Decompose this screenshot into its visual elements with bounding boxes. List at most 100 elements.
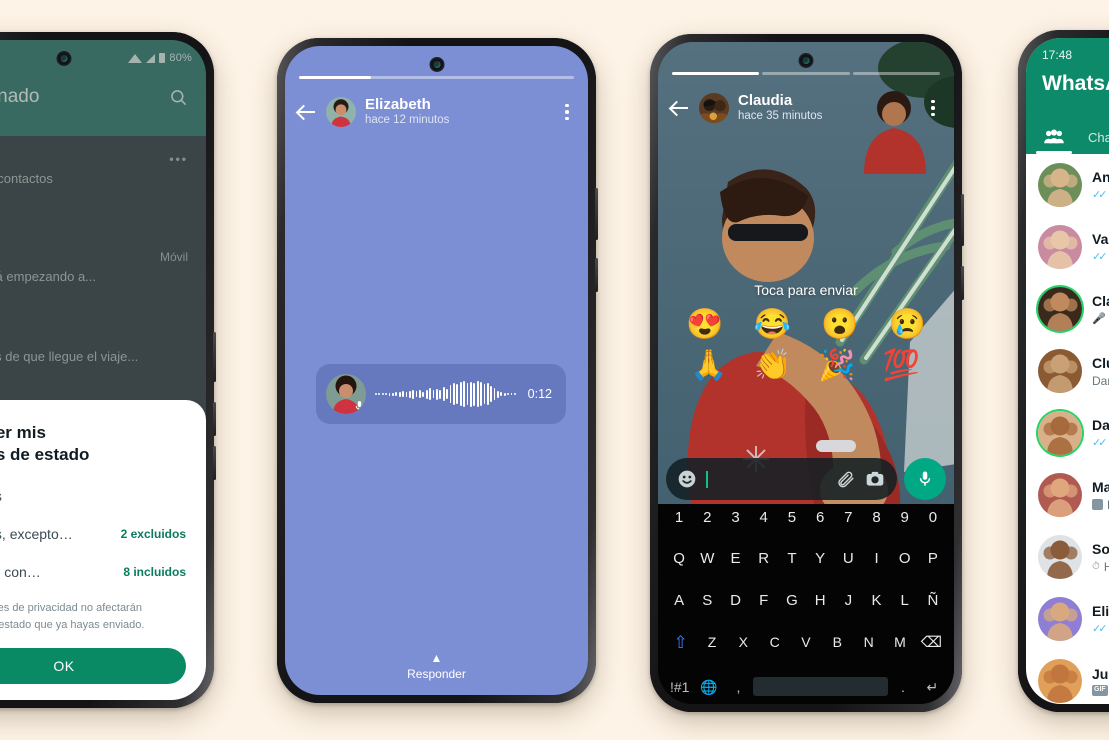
keyboard-row-qwerty: QWERTYUIOP [662, 551, 950, 566]
key-Z[interactable]: Z [696, 635, 727, 649]
waveform-bar [497, 390, 499, 398]
avatar[interactable] [1038, 659, 1082, 703]
privacy-option-0[interactable]: contactos [0, 488, 186, 504]
period-key[interactable]: . [888, 680, 917, 694]
key-2[interactable]: 2 [693, 510, 721, 525]
avatar[interactable] [326, 97, 356, 127]
avatar[interactable] [1038, 225, 1082, 269]
space-key[interactable] [753, 677, 889, 696]
key-T[interactable]: T [778, 551, 806, 566]
emoji-open-mouth[interactable]: 😮 [821, 308, 858, 343]
ok-button[interactable]: OK [0, 648, 186, 684]
key-H[interactable]: H [806, 593, 834, 608]
key-R[interactable]: R [750, 551, 778, 566]
key-K[interactable]: K [862, 593, 890, 608]
chat-preview: ✓✓ [1092, 436, 1109, 449]
image-icon [1092, 499, 1103, 510]
back-arrow-icon[interactable] [297, 102, 317, 122]
chat-list-item[interactable]: Elis ✓✓ [1026, 588, 1109, 650]
key-A[interactable]: A [665, 593, 693, 608]
key-N[interactable]: N [853, 635, 884, 649]
key-U[interactable]: U [834, 551, 862, 566]
reply-affordance[interactable]: ▲ Responder [285, 652, 588, 681]
comma-key[interactable]: , [724, 680, 753, 694]
key-1[interactable]: 1 [665, 510, 693, 525]
key-4[interactable]: 4 [750, 510, 778, 525]
backspace-icon[interactable]: ⌫ [916, 635, 947, 650]
avatar[interactable] [1038, 535, 1082, 579]
chat-list-item[interactable]: Va ✓✓ [1026, 216, 1109, 278]
emoji-heart-eyes[interactable]: 😍 [686, 308, 723, 343]
enter-icon[interactable]: ↵ [918, 680, 947, 694]
key-7[interactable]: 7 [834, 510, 862, 525]
key-P[interactable]: P [919, 551, 947, 566]
avatar[interactable] [1038, 473, 1082, 517]
key-E[interactable]: E [721, 551, 749, 566]
key-L[interactable]: L [891, 593, 919, 608]
key-J[interactable]: J [834, 593, 862, 608]
emoji-pray[interactable]: 🙏 [690, 349, 727, 384]
audio-waveform[interactable] [375, 380, 519, 408]
tab-chats[interactable]: Chats [1082, 130, 1109, 145]
emoji-hundred[interactable]: 💯 [883, 349, 920, 384]
avatar[interactable] [1038, 163, 1082, 207]
chat-text: Clu Dan [1092, 355, 1109, 388]
key-5[interactable]: 5 [778, 510, 806, 525]
globe-icon[interactable]: 🌐 [694, 680, 723, 694]
key-V[interactable]: V [790, 635, 821, 649]
emoji-joy[interactable]: 😂 [754, 308, 791, 343]
emoji-cry[interactable]: 😢 [889, 308, 926, 343]
voice-record-button[interactable] [904, 458, 946, 500]
key-M[interactable]: M [884, 635, 915, 649]
scene: 80% eleccionado i estado viar a mis cont… [0, 0, 1109, 740]
symbols-key[interactable]: !#1 [665, 680, 694, 694]
key-O[interactable]: O [891, 551, 919, 566]
emoji-icon[interactable] [677, 469, 697, 489]
message-input-field[interactable] [666, 458, 897, 500]
key-I[interactable]: I [862, 551, 890, 566]
avatar[interactable] [1038, 287, 1082, 331]
shift-icon[interactable]: ⇧ [665, 634, 696, 651]
avatar[interactable] [699, 93, 729, 123]
avatar[interactable] [1038, 349, 1082, 393]
more-vert-icon[interactable] [558, 101, 576, 123]
key-G[interactable]: G [778, 593, 806, 608]
back-arrow-icon[interactable] [670, 98, 690, 118]
key-F[interactable]: F [750, 593, 778, 608]
key-0[interactable]: 0 [919, 510, 947, 525]
privacy-option-1[interactable]: contactos, excepto… 2 excluidos [0, 526, 186, 542]
voice-message-bubble[interactable]: 0:12 [316, 364, 566, 424]
key-D[interactable]: D [721, 593, 749, 608]
key-9[interactable]: 9 [891, 510, 919, 525]
chat-list-item[interactable]: Da ✓✓ [1026, 402, 1109, 464]
camera-icon[interactable] [865, 469, 885, 489]
more-vert-icon[interactable] [924, 97, 942, 119]
key-W[interactable]: W [693, 551, 721, 566]
chat-list-item[interactable]: Cla 🎤0 [1026, 278, 1109, 340]
key-C[interactable]: C [759, 635, 790, 649]
chat-list-item[interactable]: So ⏱Ho [1026, 526, 1109, 588]
emoji-party-popper[interactable]: 🎉 [818, 349, 855, 384]
chat-list-item[interactable]: Ju GIF [1026, 650, 1109, 704]
paperclip-icon[interactable] [837, 470, 856, 489]
progress-segment [852, 72, 940, 75]
tab-communities[interactable] [1026, 129, 1082, 145]
key-Ñ[interactable]: Ñ [919, 593, 947, 608]
key-3[interactable]: 3 [721, 510, 749, 525]
avatar[interactable] [1038, 411, 1082, 455]
chat-list-item[interactable]: An ✓✓ [1026, 154, 1109, 216]
key-B[interactable]: B [822, 635, 853, 649]
avatar[interactable] [1038, 597, 1082, 641]
read-receipt-icon: ✓✓ [1092, 189, 1108, 201]
key-X[interactable]: X [728, 635, 759, 649]
emoji-clap[interactable]: 👏 [754, 349, 791, 384]
key-Y[interactable]: Y [806, 551, 834, 566]
key-6[interactable]: 6 [806, 510, 834, 525]
key-S[interactable]: S [693, 593, 721, 608]
privacy-option-2[interactable]: compartir con… 8 incluidos [0, 564, 186, 580]
chat-list-item[interactable]: Clu Dan [1026, 340, 1109, 402]
chat-list-item[interactable]: Ma F [1026, 464, 1109, 526]
key-8[interactable]: 8 [862, 510, 890, 525]
key-Q[interactable]: Q [665, 551, 693, 566]
phone-mockup-3: Claudia hace 35 minutos Toca para enviar… [650, 34, 964, 712]
